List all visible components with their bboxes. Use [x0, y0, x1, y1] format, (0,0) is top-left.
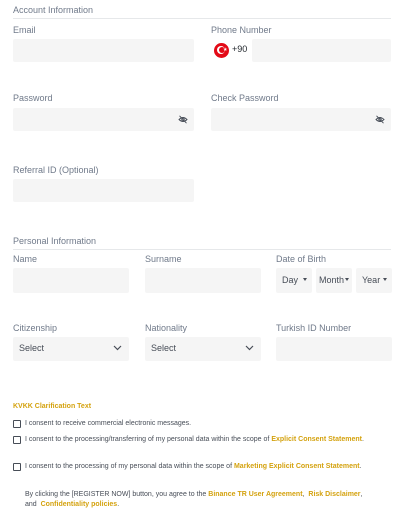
country-code-selector[interactable]: ★ +90 [211, 39, 251, 62]
agreement-text: By clicking the [REGISTER NOW] button, y… [25, 491, 365, 508]
chevron-down-icon [245, 345, 254, 351]
password-input[interactable] [13, 108, 194, 131]
eye-off-icon[interactable] [178, 115, 188, 124]
chevron-down-icon [113, 345, 122, 351]
surname-input[interactable] [145, 268, 261, 293]
consent-marketing-checkbox[interactable] [13, 463, 21, 471]
password-label: Password [13, 93, 53, 103]
phone-input[interactable] [252, 39, 391, 62]
consent-commercial-checkbox[interactable] [13, 420, 21, 428]
dob-month-select[interactable]: Month [316, 268, 352, 293]
user-agreement-link[interactable]: Binance TR User Agreement [208, 491, 302, 498]
explicit-consent-link[interactable]: Explicit Consent Statement [271, 436, 362, 443]
agreement-prefix: By clicking the [REGISTER NOW] button, y… [25, 491, 207, 498]
marketing-consent-link[interactable]: Marketing Explicit Consent Statement [234, 463, 360, 470]
section-divider [13, 18, 391, 19]
nationality-value: Select [151, 343, 177, 353]
consent-explicit-text: I consent to the processing/transferring… [25, 436, 364, 443]
dob-year-value: Year [362, 275, 381, 285]
agreement-and: and [25, 501, 37, 508]
consent-marketing-prefix: I consent to the processing of my person… [25, 463, 233, 470]
kvkk-clarification-link[interactable]: KVKK Clarification Text [13, 403, 91, 410]
consent-explicit-prefix: I consent to the processing/transferring… [25, 436, 270, 443]
dial-code: +90 [232, 44, 248, 54]
eye-off-icon[interactable] [375, 115, 385, 124]
nationality-select[interactable]: Select [145, 337, 261, 361]
caret-down-icon [383, 278, 387, 281]
dob-label: Date of Birth [276, 254, 327, 264]
dob-day-select[interactable]: Day [276, 268, 312, 293]
referral-label: Referral ID (Optional) [13, 165, 99, 175]
nationality-label: Nationality [145, 323, 188, 333]
consent-explicit-checkbox[interactable] [13, 436, 21, 444]
email-input[interactable] [13, 39, 194, 62]
citizenship-label: Citizenship [13, 323, 58, 333]
consent-commercial-text: I consent to receive commercial electron… [25, 420, 192, 427]
name-input[interactable] [13, 268, 129, 293]
risk-disclaimer-link[interactable]: Risk Disclaimer [308, 491, 360, 498]
citizenship-select[interactable]: Select [13, 337, 129, 361]
email-label: Email [13, 25, 36, 35]
citizenship-value: Select [19, 343, 45, 353]
section-divider [13, 249, 391, 250]
surname-label: Surname [145, 254, 182, 264]
dob-year-select[interactable]: Year [356, 268, 392, 293]
referral-input[interactable] [13, 179, 194, 202]
dob-month-value: Month [319, 275, 345, 285]
consent-marketing-text: I consent to the processing of my person… [25, 463, 362, 470]
dob-day-value: Day [282, 275, 299, 285]
account-section-title: Account Information [13, 5, 94, 15]
caret-down-icon [345, 278, 349, 281]
phone-label: Phone Number [211, 25, 272, 35]
turkish-id-input[interactable] [276, 337, 392, 361]
turkey-flag-icon: ★ [214, 43, 229, 58]
turkish-id-label: Turkish ID Number [276, 323, 352, 333]
personal-section-title: Personal Information [13, 236, 97, 246]
name-label: Name [13, 254, 38, 264]
confidentiality-policies-link[interactable]: Confidentiality policies [41, 501, 118, 508]
caret-down-icon [303, 278, 307, 281]
check-password-input[interactable] [211, 108, 391, 131]
check-password-label: Check Password [211, 93, 279, 103]
